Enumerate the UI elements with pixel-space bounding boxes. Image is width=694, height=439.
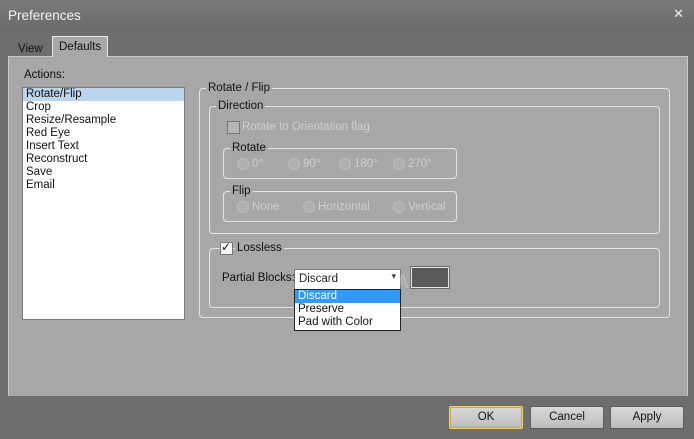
rotate-title: Rotate xyxy=(230,141,268,155)
close-icon[interactable]: ✕ xyxy=(673,6,684,22)
rotate-0-radio[interactable] xyxy=(237,158,249,170)
list-item-rotate-flip[interactable]: Rotate/Flip xyxy=(23,88,184,101)
lossless-label: Lossless xyxy=(235,242,284,254)
option-preserve[interactable]: Preserve xyxy=(295,303,400,316)
rotate-flip-title: Rotate / Flip xyxy=(206,81,272,95)
flip-title: Flip xyxy=(230,184,253,198)
apply-button[interactable]: Apply xyxy=(610,406,684,429)
window-title: Preferences xyxy=(8,8,81,23)
flip-vertical-radio[interactable] xyxy=(393,201,405,213)
list-item-email[interactable]: Email xyxy=(23,179,184,192)
rotate-270-radio[interactable] xyxy=(393,158,405,170)
orientation-flag-checkbox[interactable] xyxy=(227,121,240,134)
list-item-insert-text[interactable]: Insert Text xyxy=(23,140,184,153)
option-discard[interactable]: Discard xyxy=(295,290,400,303)
pad-color-swatch[interactable] xyxy=(410,266,450,289)
lossless-checkbox[interactable] xyxy=(220,240,233,255)
rotate-270-label: 270° xyxy=(408,158,432,170)
partial-blocks-label: Partial Blocks: xyxy=(222,272,295,284)
chevron-down-icon[interactable]: ▾ xyxy=(391,271,396,282)
flip-none-radio[interactable] xyxy=(237,201,249,213)
actions-list[interactable]: Rotate/Flip Crop Resize/Resample Red Eye… xyxy=(22,87,185,320)
flip-horizontal-label: Horizontal xyxy=(318,201,370,213)
direction-title: Direction xyxy=(216,99,266,113)
rotate-180-radio[interactable] xyxy=(339,158,351,170)
actions-label: Actions: xyxy=(24,69,65,81)
rotate-90-radio[interactable] xyxy=(288,158,300,170)
option-pad-with-color[interactable]: Pad with Color xyxy=(295,316,400,329)
list-item-save[interactable]: Save xyxy=(23,166,184,179)
flip-none-label: None xyxy=(252,201,280,213)
partial-blocks-dropdown[interactable]: Discard Preserve Pad with Color xyxy=(294,289,401,331)
flip-horizontal-radio[interactable] xyxy=(303,201,315,213)
title-bar: Preferences ✕ xyxy=(0,0,694,31)
partial-blocks-value: Discard xyxy=(299,273,338,285)
rotate-0-label: 0° xyxy=(252,158,263,170)
rotate-90-label: 90° xyxy=(303,158,321,170)
partial-blocks-select[interactable]: Discard ▾ xyxy=(294,269,401,290)
rotate-180-label: 180° xyxy=(354,158,378,170)
list-item-reconstruct[interactable]: Reconstruct xyxy=(23,153,184,166)
ok-button[interactable]: OK xyxy=(449,406,523,429)
tab-defaults[interactable]: Defaults xyxy=(52,36,109,57)
list-item-resize-resample[interactable]: Resize/Resample xyxy=(23,114,184,127)
orientation-flag-label: Rotate to Orientation flag xyxy=(242,121,370,133)
flip-vertical-label: Vertical xyxy=(408,201,446,213)
list-item-crop[interactable]: Crop xyxy=(23,101,184,114)
list-item-red-eye[interactable]: Red Eye xyxy=(23,127,184,140)
cancel-button[interactable]: Cancel xyxy=(530,406,604,429)
